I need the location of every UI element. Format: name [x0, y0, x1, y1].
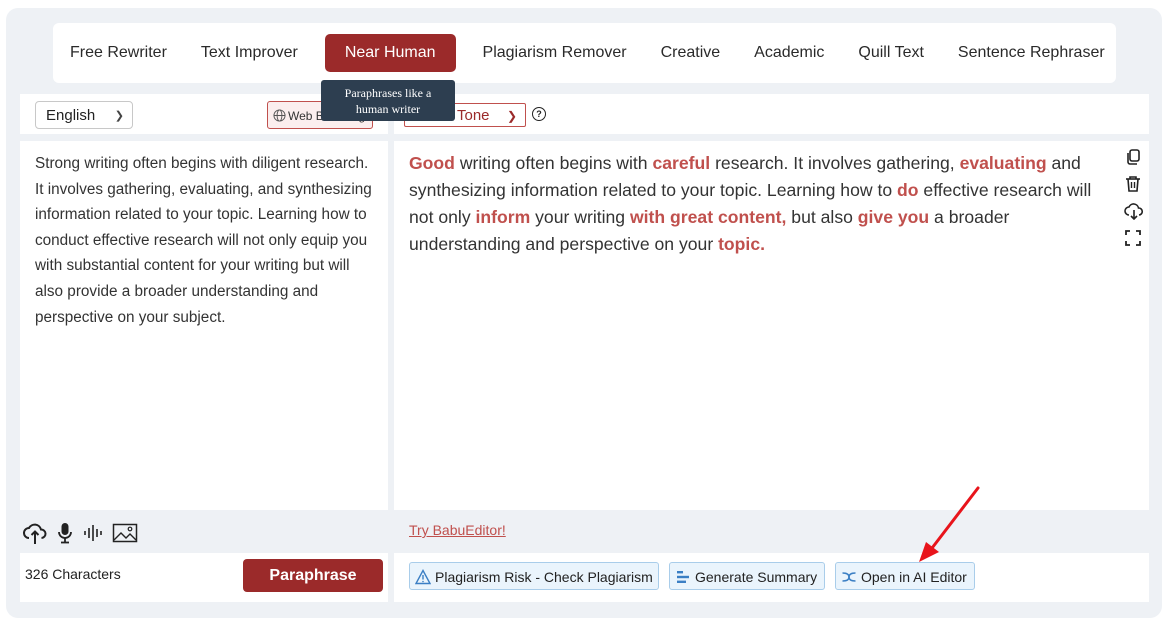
try-babueditor-link[interactable]: Try BabuEditor! [409, 522, 506, 538]
audio-wave-icon[interactable] [82, 521, 104, 545]
help-icon[interactable]: ? [532, 107, 546, 121]
chevron-down-icon: ❯ [114, 110, 124, 122]
microphone-icon[interactable] [56, 521, 74, 545]
cloud-upload-icon[interactable] [22, 521, 48, 545]
input-textarea[interactable]: Strong writing often begins with diligen… [35, 151, 380, 330]
changed-phrase[interactable]: careful [652, 153, 710, 173]
output-text-segment: your writing [530, 207, 630, 227]
tab-text-improver[interactable]: Text Improver [184, 34, 315, 72]
character-count: 326 Characters [25, 566, 121, 582]
changed-phrase[interactable]: topic. [718, 234, 765, 254]
fullscreen-icon[interactable] [1124, 229, 1142, 247]
check-plagiarism-button[interactable]: Plagiarism Risk - Check Plagiarism [409, 562, 659, 590]
input-tools [22, 521, 138, 545]
annotation-arrow [919, 486, 980, 562]
generate-summary-button[interactable]: Generate Summary [669, 562, 825, 590]
mode-tabs: Free Rewriter Text Improver Near Human P… [53, 23, 1116, 83]
changed-phrase[interactable]: evaluating [960, 153, 1047, 173]
output-text: Good writing often begins with careful r… [409, 150, 1119, 258]
summary-icon [677, 571, 689, 583]
output-text-segment: but also [786, 207, 858, 227]
tab-creative[interactable]: Creative [644, 34, 738, 72]
ai-editor-icon [842, 572, 856, 582]
output-side-actions [1124, 148, 1144, 256]
open-ai-editor-label: Open in AI Editor [861, 569, 967, 585]
trash-icon[interactable] [1124, 175, 1142, 193]
warning-icon [415, 569, 431, 585]
open-ai-editor-button[interactable]: Open in AI Editor [835, 562, 975, 590]
generate-summary-label: Generate Summary [695, 569, 818, 585]
paraphrase-button[interactable]: Paraphrase [243, 559, 383, 592]
check-plagiarism-label: Plagiarism Risk - Check Plagiarism [435, 569, 653, 585]
tooltip-line-2: human writer [355, 101, 421, 116]
changed-phrase[interactable]: do [897, 180, 919, 200]
output-text-segment: writing often begins with [454, 153, 653, 173]
language-value: English [46, 107, 96, 124]
changed-phrase[interactable]: with great content, [630, 207, 786, 227]
output-text-segment: research. It involves gathering, [710, 153, 960, 173]
language-select[interactable]: English ❯ [35, 101, 133, 129]
changed-phrase[interactable]: inform [476, 207, 531, 227]
cloud-download-icon[interactable] [1124, 202, 1144, 220]
tab-sentence-rephraser[interactable]: Sentence Rephraser [941, 34, 1122, 72]
changed-phrase[interactable]: give you [858, 207, 929, 227]
tab-free-rewriter[interactable]: Free Rewriter [53, 34, 184, 72]
tab-quill-text[interactable]: Quill Text [841, 34, 941, 72]
chevron-down-icon: ❯ [506, 109, 517, 123]
tab-plagiarism-remover[interactable]: Plagiarism Remover [466, 34, 644, 72]
tooltip-line-1: Paraphrases like a [344, 85, 432, 100]
tab-near-human[interactable]: Near Human [324, 34, 456, 72]
tab-tooltip: Paraphrases like a human writer [321, 80, 455, 121]
image-upload-icon[interactable] [112, 522, 138, 544]
tone-label: Tone [457, 107, 490, 124]
copy-icon[interactable] [1124, 148, 1142, 166]
changed-phrase[interactable]: Good [409, 153, 455, 173]
tab-academic[interactable]: Academic [737, 34, 841, 72]
globe-icon [273, 109, 286, 122]
